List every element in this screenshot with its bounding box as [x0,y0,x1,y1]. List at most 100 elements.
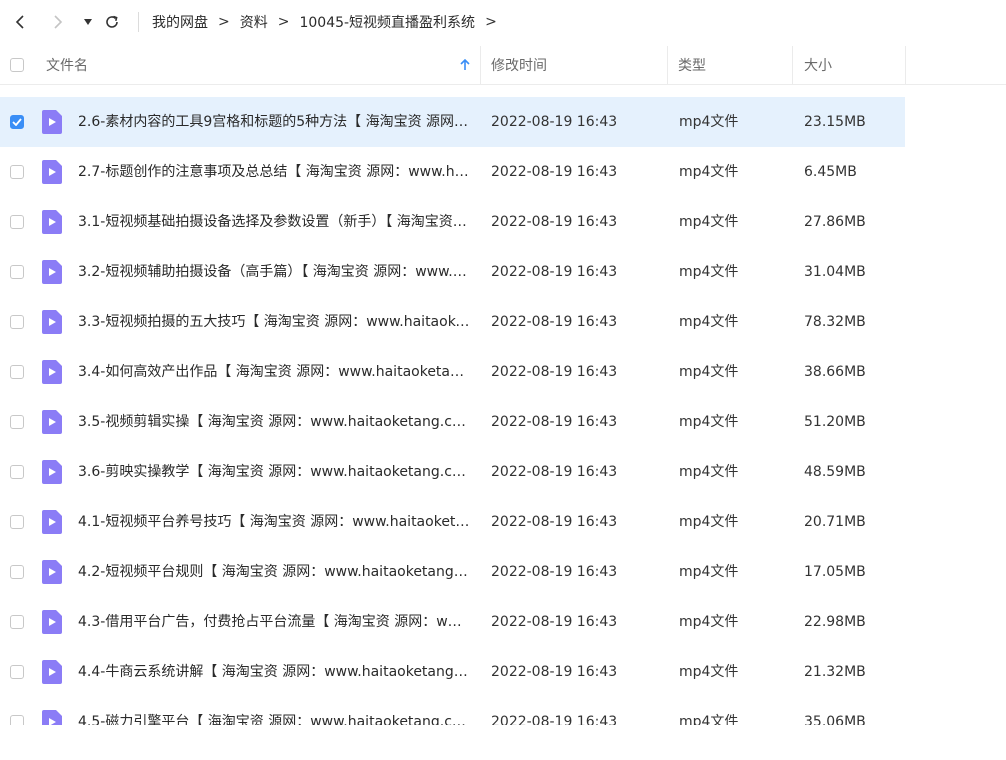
file-row[interactable]: 3.3-短视频拍摄的五大技巧【 海淘宝资 源网：www.haitaoketang… [0,297,905,347]
file-size: 20.71MB [804,514,866,530]
breadcrumb-item-materials[interactable]: 资料 [240,12,268,32]
file-modified-time: 2022-08-19 16:43 [491,414,618,430]
file-modified-time: 2022-08-19 16:43 [491,214,618,230]
column-divider[interactable] [905,46,906,84]
file-row[interactable]: 4.3-借用平台广告，付费抢占平台流量【 海淘宝资 源网：www.haitaok… [0,597,905,647]
column-header-size[interactable]: 大小 [804,46,832,84]
file-modified-time: 2022-08-19 16:43 [491,564,618,580]
toolbar: 我的网盘 > 资料 > 10045-短视频直播盈利系统 > [0,0,1006,44]
column-divider[interactable] [667,46,668,84]
file-type: mp4文件 [679,164,739,180]
file-row[interactable]: 2.6-素材内容的工具9宫格和标题的5种方法【 海淘宝资 源网：www.hait… [0,97,905,147]
back-button[interactable] [9,10,31,34]
file-size: 23.15MB [804,114,866,130]
breadcrumb-item-current-folder[interactable]: 10045-短视频直播盈利系统 [299,12,475,32]
file-modified-time: 2022-08-19 16:43 [491,314,618,330]
row-checkbox[interactable] [10,365,24,379]
file-size: 22.98MB [804,614,866,630]
file-row[interactable]: 2.7-标题创作的注意事项及总总结【 海淘宝资 源网：www.haitaoket… [0,147,905,197]
breadcrumb-item-root[interactable]: 我的网盘 [152,12,208,32]
file-name[interactable]: 3.2-短视频辅助拍摄设备（高手篇）【 海淘宝资 源网：www.haitaoke… [78,247,470,297]
row-checkbox[interactable] [10,715,24,725]
video-file-icon [42,260,62,284]
file-size: 27.86MB [804,214,866,230]
file-modified-time: 2022-08-19 16:43 [491,614,618,630]
column-header-time[interactable]: 修改时间 [491,46,547,84]
file-row[interactable]: 4.5-磁力引擎平台【 海淘宝资 源网：www.haitaoketang.com… [0,697,905,725]
file-size: 51.20MB [804,414,866,430]
video-file-icon [42,310,62,334]
sort-ascending-icon[interactable] [460,46,470,84]
column-header-type[interactable]: 类型 [678,46,706,84]
history-dropdown-button[interactable] [77,10,99,34]
row-checkbox[interactable] [10,115,24,129]
file-type: mp4文件 [679,314,739,330]
row-checkbox[interactable] [10,415,24,429]
breadcrumb-separator[interactable]: > [485,14,497,30]
column-header-name[interactable]: 文件名 [46,46,88,84]
row-checkbox[interactable] [10,615,24,629]
select-all-checkbox-cell[interactable] [10,46,24,84]
file-name[interactable]: 4.2-短视频平台规则【 海淘宝资 源网：www.haitaoketang.co… [78,547,470,597]
file-modified-time: 2022-08-19 16:43 [491,114,618,130]
file-modified-time: 2022-08-19 16:43 [491,664,618,680]
file-name[interactable]: 4.3-借用平台广告，付费抢占平台流量【 海淘宝资 源网：www.haitaok… [78,597,470,647]
select-all-checkbox[interactable] [10,58,24,72]
video-file-icon [42,210,62,234]
row-checkbox[interactable] [10,515,24,529]
file-modified-time: 2022-08-19 16:43 [491,464,618,480]
video-file-icon [42,560,62,584]
file-name[interactable]: 3.1-短视频基础拍摄设备选择及参数设置（新手）【 海淘宝资 源网：www.ha… [78,197,470,247]
file-name[interactable]: 4.5-磁力引擎平台【 海淘宝资 源网：www.haitaoketang.com… [78,697,470,725]
file-name[interactable]: 4.4-牛商云系统讲解【 海淘宝资 源网：www.haitaoketang.co… [78,647,470,697]
row-checkbox[interactable] [10,465,24,479]
file-type: mp4文件 [679,214,739,230]
video-file-icon [42,410,62,434]
row-checkbox[interactable] [10,665,24,679]
row-checkbox[interactable] [10,315,24,329]
row-checkbox[interactable] [10,165,24,179]
file-size: 35.06MB [804,714,866,725]
row-checkbox[interactable] [10,215,24,229]
forward-button[interactable] [47,10,69,34]
file-row[interactable]: 4.2-短视频平台规则【 海淘宝资 源网：www.haitaoketang.co… [0,547,905,597]
file-type: mp4文件 [679,464,739,480]
column-divider[interactable] [792,46,793,84]
checkmark-icon [12,118,22,126]
file-list: 2.6-素材内容的工具9宫格和标题的5种方法【 海淘宝资 源网：www.hait… [0,97,1006,725]
file-name[interactable]: 2.6-素材内容的工具9宫格和标题的5种方法【 海淘宝资 源网：www.hait… [78,97,470,147]
file-name[interactable]: 4.1-短视频平台养号技巧【 海淘宝资 源网：www.haitaoketang.… [78,497,470,547]
column-divider[interactable] [480,46,481,84]
file-type: mp4文件 [679,614,739,630]
row-checkbox[interactable] [10,265,24,279]
file-modified-time: 2022-08-19 16:43 [491,364,618,380]
file-size: 31.04MB [804,264,866,280]
row-checkbox[interactable] [10,565,24,579]
file-name[interactable]: 2.7-标题创作的注意事项及总总结【 海淘宝资 源网：www.haitaoket… [78,147,470,197]
video-file-icon [42,710,62,725]
refresh-button[interactable] [101,10,123,34]
file-row[interactable]: 4.4-牛商云系统讲解【 海淘宝资 源网：www.haitaoketang.co… [0,647,905,697]
file-row[interactable]: 3.1-短视频基础拍摄设备选择及参数设置（新手）【 海淘宝资 源网：www.ha… [0,197,905,247]
file-row[interactable]: 3.6-剪映实操教学【 海淘宝资 源网：www.haitaoketang.com… [0,447,905,497]
file-name[interactable]: 3.6-剪映实操教学【 海淘宝资 源网：www.haitaoketang.com… [78,447,470,497]
video-file-icon [42,360,62,384]
file-type: mp4文件 [679,664,739,680]
file-name[interactable]: 3.5-视频剪辑实操【 海淘宝资 源网：www.haitaoketang.com… [78,397,470,447]
refresh-icon [106,15,118,28]
video-file-icon [42,510,62,534]
toolbar-divider [138,12,139,32]
file-size: 78.32MB [804,314,866,330]
file-row[interactable]: 3.4-如何高效产出作品【 海淘宝资 源网：www.haitaoketang.c… [0,347,905,397]
file-name[interactable]: 3.4-如何高效产出作品【 海淘宝资 源网：www.haitaoketang.c… [78,347,470,397]
video-file-icon [42,460,62,484]
video-file-icon [42,660,62,684]
column-header-size-label: 大小 [804,58,832,74]
column-header-type-label: 类型 [678,58,706,74]
video-file-icon [42,160,62,184]
file-row[interactable]: 4.1-短视频平台养号技巧【 海淘宝资 源网：www.haitaoketang.… [0,497,905,547]
file-name[interactable]: 3.3-短视频拍摄的五大技巧【 海淘宝资 源网：www.haitaoketang… [78,297,470,347]
file-size: 48.59MB [804,464,866,480]
file-row[interactable]: 3.5-视频剪辑实操【 海淘宝资 源网：www.haitaoketang.com… [0,397,905,447]
file-row[interactable]: 3.2-短视频辅助拍摄设备（高手篇）【 海淘宝资 源网：www.haitaoke… [0,247,905,297]
